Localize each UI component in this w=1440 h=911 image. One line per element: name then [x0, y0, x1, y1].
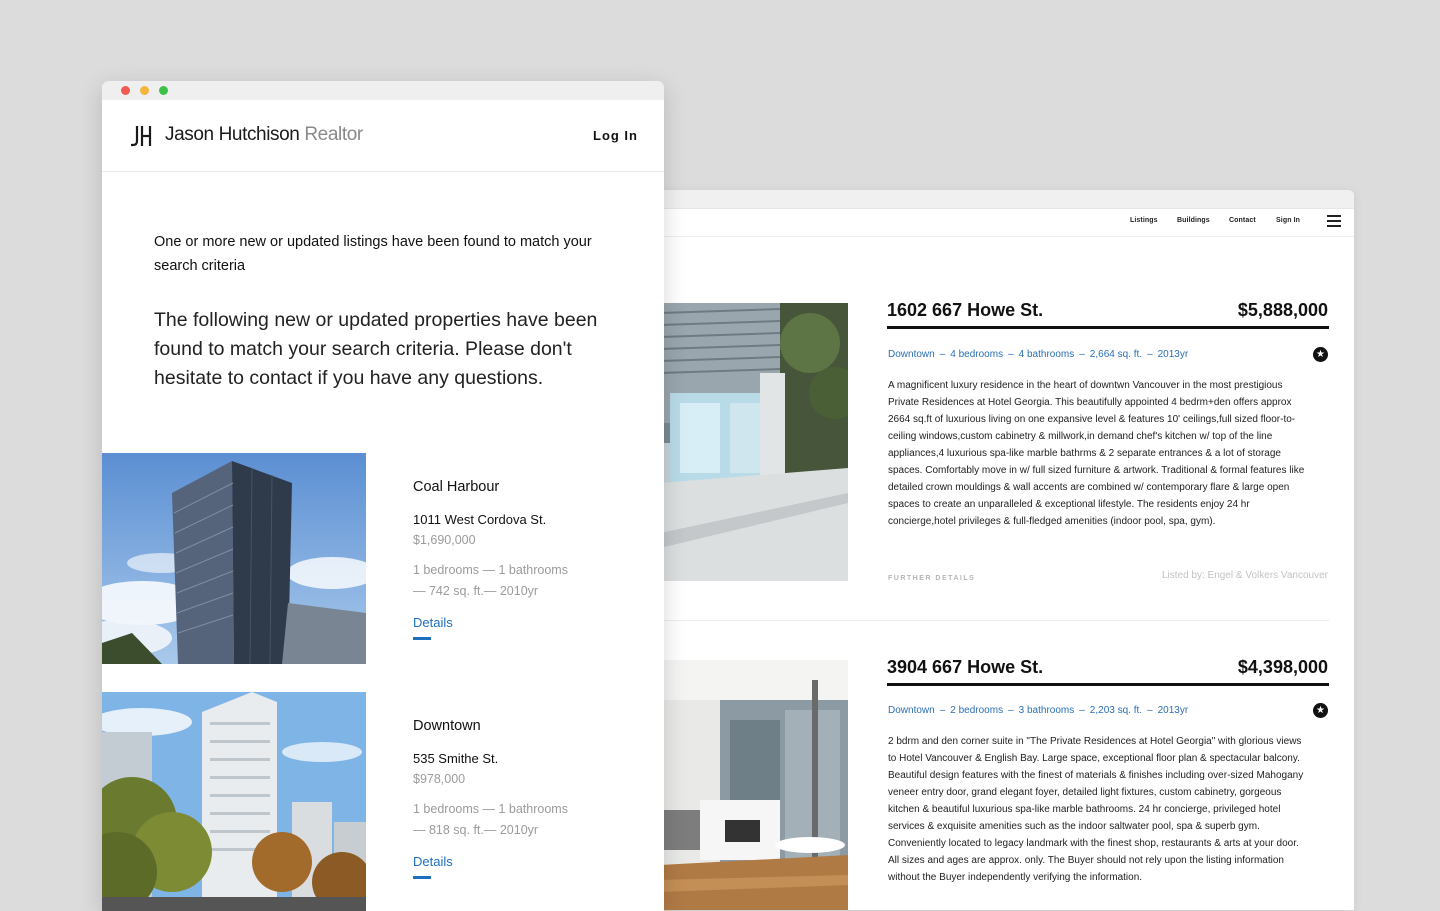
meta-year: 2013yr [1157, 349, 1189, 360]
details-underline [413, 637, 431, 640]
email-header: Jason Hutchison Realtor Log In [102, 100, 664, 172]
meta-size: 2,203 sq. ft. [1089, 705, 1143, 716]
nav-listings[interactable]: Listings [1130, 217, 1158, 224]
listings-site-window: Listings Buildings Contact Sign In 1602 … [560, 190, 1354, 910]
details-link[interactable]: Details [413, 854, 453, 869]
brand-role: Realtor [304, 124, 363, 145]
intro-message: One or more new or updated listings have… [154, 234, 592, 274]
property-stats: 1 bedrooms — 1 bathrooms — 818 sq. ft.— … [413, 799, 613, 841]
property-stats-line: — 818 sq. ft.— 2010yr [413, 823, 539, 837]
listing-divider [660, 620, 1329, 621]
listed-by: Listed by: Engel & Volkers Vancouver [1161, 570, 1328, 581]
intro-paragraph: The following new or updated properties … [154, 309, 598, 389]
browser-chrome [102, 81, 664, 100]
property-stats-line: 1 bedrooms — 1 bathrooms [413, 563, 568, 577]
brand-logo-icon [131, 126, 152, 147]
nav-contact[interactable]: Contact [1229, 217, 1256, 224]
close-window-button[interactable] [121, 86, 130, 95]
nav-buildings[interactable]: Buildings [1177, 217, 1210, 224]
listing-address[interactable]: 1602 667 Howe St. [887, 300, 1043, 321]
listing-meta: Downtown –4 bedrooms –4 bathrooms –2,664 sq… [888, 349, 1189, 360]
property-price: $978,000 [413, 772, 466, 786]
login-link[interactable]: Log In [593, 128, 638, 143]
hamburger-menu-icon[interactable] [1327, 215, 1341, 227]
property-stats-line: — 742 sq. ft.— 2010yr [413, 584, 539, 598]
browser-chrome [560, 190, 1354, 209]
meta-area[interactable]: Downtown [888, 349, 935, 360]
property-area: Downtown [413, 718, 481, 734]
email-window: Jason Hutchison Realtor Log In One or mo… [102, 81, 664, 911]
property-stats: 1 bedrooms — 1 bathrooms — 742 sq. ft.— … [413, 560, 613, 602]
listing-photo[interactable] [660, 303, 848, 581]
favorite-star-icon[interactable]: ★ [1313, 347, 1328, 362]
maximize-window-button[interactable] [159, 86, 168, 95]
brand-person: Jason Hutchison [165, 124, 300, 145]
meta-year: 2013yr [1157, 705, 1189, 716]
meta-bathrooms: 4 bathrooms [1018, 349, 1075, 360]
nav-sign-in[interactable]: Sign In [1276, 217, 1300, 224]
listing-description: 2 bdrm and den corner suite in "The Priv… [888, 736, 1304, 883]
property-address[interactable]: 1011 West Cordova St. [413, 512, 546, 527]
property-photo[interactable] [102, 453, 366, 664]
meta-size: 2,664 sq. ft. [1089, 349, 1143, 360]
listing-description: A magnificent luxury residence in the he… [888, 380, 1305, 527]
listing-price: $4,398,000 [1237, 657, 1328, 677]
minimize-window-button[interactable] [140, 86, 149, 95]
site-nav: Listings Buildings Contact Sign In [560, 208, 1354, 237]
favorite-star-icon[interactable]: ★ [1313, 703, 1328, 718]
listing-photo[interactable] [660, 660, 848, 910]
property-area: Coal Harbour [413, 479, 500, 495]
further-details-link[interactable]: FURTHER DETAILS [888, 575, 975, 582]
listing-rule [887, 683, 1329, 686]
property-photo[interactable] [102, 692, 366, 911]
listing-meta: Downtown –2 bedrooms –3 bathrooms –2,203 sq… [888, 705, 1189, 716]
property-address[interactable]: 535 Smithe St. [413, 751, 498, 766]
listing-address[interactable]: 3904 667 Howe St. [887, 657, 1043, 678]
meta-bathrooms: 3 bathrooms [1018, 705, 1075, 716]
details-underline [413, 876, 431, 879]
meta-bedrooms: 4 bedrooms [950, 349, 1004, 360]
listing-price: $5,888,000 [1237, 300, 1328, 320]
meta-area[interactable]: Downtown [888, 705, 935, 716]
property-price: $1,690,000 [413, 533, 476, 547]
brand-name[interactable]: Jason Hutchison Realtor [165, 124, 363, 146]
details-link[interactable]: Details [413, 615, 453, 630]
listing-rule [887, 326, 1329, 329]
property-stats-line: 1 bedrooms — 1 bathrooms [413, 802, 568, 816]
meta-bedrooms: 2 bedrooms [950, 705, 1004, 716]
